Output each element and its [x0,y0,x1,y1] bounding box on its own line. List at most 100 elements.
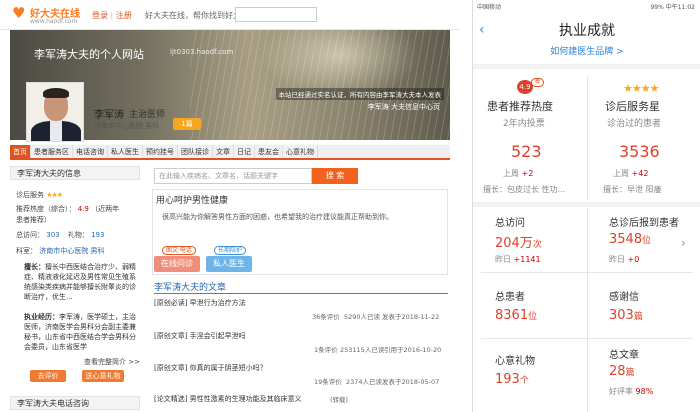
recommend-value: 523 [511,142,542,161]
article-reads: 2374人已读 [346,378,383,386]
register-link[interactable]: 注册 [116,11,132,20]
phone-consult-header: 李军涛大夫电话咨询 [10,396,140,410]
site-tabs: 首页 患者服务区 电话咨询 私人医生 预约挂号 团队接诊 文章 日记 患友会 心… [10,145,450,160]
private-doctor-button[interactable]: 私人医生 [206,256,252,272]
doctor-avatar [26,82,84,142]
service-title: 诊后服务星 [605,100,660,113]
doctor-title: 主治医师 [129,110,166,120]
site-title: 李军涛大夫的个人网站 [34,48,144,61]
doctor-badge: 1篇 [173,118,201,130]
gifts-value[interactable]: 193 [91,231,104,239]
doctor-info-sidebar: 李军涛大夫的信息 诊后服务 ★★★ 推荐热度（综合）： 4.9 （近两年 患者推… [10,166,140,412]
chevron-right-icon[interactable]: › [681,236,686,250]
screen-title: 执业成就 [559,23,615,39]
papers-unit: 篇 [625,368,635,378]
papers-title: 总文章 [609,350,639,361]
section-divider [473,202,700,207]
article-date: 发表于2018-11-22 [382,313,440,321]
search-button[interactable]: 搜 索 [312,168,358,184]
tab-patient-service[interactable]: 患者服务区 [31,145,73,158]
more-link[interactable]: 查看完整简介 >> [84,357,140,367]
site-logo[interactable]: ♥ 好大夫在线 www.haodf.com [12,4,86,26]
auth-links: 登录 | 注册 [92,10,132,21]
thanks-unit: 篇 [633,312,643,322]
service-value: 3536 [619,142,660,161]
resume-block: 执业经历：李军涛，医学硕士，主治医师，济南医学会男科分会副主委兼秘书，山东省中西… [16,312,136,354]
dept-value[interactable]: 济南市中心医院 男科 [39,247,104,255]
brand-guide-link[interactable]: 如何建医生品牌 > [473,44,700,57]
patients-title: 总患者 [495,292,525,303]
article-title[interactable]: [原创文章] 手淫会引起早泄吗 [154,331,246,341]
article-title[interactable]: [原创文章] 你真的属于阴茎短小吗？ [154,363,267,373]
patients-value: 8361位 [495,308,537,323]
service-stars-icon: ★★★★ [623,82,659,95]
skill-block: 擅长：擅长中西医结合治疗少、弱精症、精液液化延迟及男性常见生殖系统感染类疾病并能… [16,262,136,308]
doctor-name: 李军涛 [94,110,124,121]
article-date: 发表于2018-05-07 [382,378,440,386]
site-url[interactable]: ljt0303.haodf.com [170,48,233,56]
tab-patient-club[interactable]: 患友会 [255,145,283,158]
papers-good-label: 好评率 [609,387,633,396]
doctor-hospital: 济南市中心医院 男科 [94,122,160,130]
top-search-input[interactable] [235,7,317,22]
send-gift-button[interactable]: 送心意礼物 [82,370,124,382]
gifts-number: 193 [495,372,520,387]
dept-label: 科室： [16,247,37,255]
recommend-tags: 擅长：包皮过长 性功... [483,185,566,194]
rating-stars-icon: ★★★ [46,191,63,199]
tab-diary[interactable]: 日记 [234,145,255,158]
dept-row: 科室： 济南市中心医院 男科 [16,246,104,256]
sidebar-header: 李军涛大夫的信息 [10,166,140,180]
service-delta: 上周 +42 [613,168,648,179]
article-date: 引用于2016-10-20 [384,346,442,354]
article-search-input[interactable]: 在此输入疾病名、文章名、话题关键字 [154,168,312,184]
review-button[interactable]: 去评价 [30,370,66,382]
heart-logo-icon: ♥ [12,4,26,22]
logo-url: www.haodf.com [30,18,78,25]
private-doctor-badge: 长期陪护 [214,246,247,255]
service-delta-value: +42 [631,169,649,178]
row-divider [481,338,693,339]
articles-header: 李军涛大夫的文章 [154,283,227,293]
papers-good-value: 98% [635,387,654,396]
article-title[interactable]: [原创必读] 早泄行为治疗方法 [154,298,246,308]
verify-notice: 本站已经通过实名认证，所有内容由李军涛大夫本人发表 [275,88,444,100]
service-tags: 擅长：早泄 阳痿 [603,185,662,194]
service-delta-label: 上周 [613,169,629,178]
tab-phone-consult[interactable]: 电话咨询 [73,145,108,158]
visits-delta-label: 昨日 [495,255,511,264]
visits-label: 总访问： [16,231,44,239]
skill-label: 擅长： [24,263,45,271]
col-divider [587,76,588,200]
article-title[interactable]: [论文精选] 男性性激素的生理功能及其临床意义 [154,394,302,404]
visits-number: 204万 [495,236,533,251]
thanks-value: 303篇 [609,308,643,323]
carrier: 中国移动 [477,4,502,11]
papers-value: 28篇 [609,364,635,379]
article-reviews: 36条评价 [312,313,340,321]
tab-appointment[interactable]: 预约挂号 [143,145,178,158]
section-divider [473,64,700,69]
service-box-desc: 很高兴能为你解答男性方面的困惑，也希望我的治疗建议能真正帮助到你。 [162,213,393,221]
gifts-label: 礼物： [67,231,89,239]
tab-gifts[interactable]: 心意礼物 [283,145,318,158]
heat-note: （近两年 [91,205,120,213]
tab-home[interactable]: 首页 [10,145,31,158]
top-nav: ♥ 好大夫在线 www.haodf.com 登录 | 注册 好大夫在线，帮你找到… [0,0,460,30]
patients-number: 8361 [495,308,529,323]
login-link[interactable]: 登录 [92,11,108,20]
battery-time: 99% 中午11:02 [650,4,695,11]
recommend-delta-value: +2 [521,169,534,178]
online-consult-button[interactable]: 在线问诊 [154,256,200,272]
tab-team[interactable]: 团队接诊 [178,145,213,158]
rating-row: 诊后服务 ★★★ [16,190,63,200]
info-center-link[interactable]: 李军涛 大夫信息中心页 [368,102,440,112]
tab-articles[interactable]: 文章 [213,145,234,158]
avatar-hair [43,88,69,98]
site-tagline: 好大夫在线，帮你找到好大夫 [145,11,249,20]
visits-delta: 昨日 +1141 [495,254,541,265]
visits-value[interactable]: 303 [46,231,59,239]
tab-private-doctor[interactable]: 私人医生 [108,145,143,158]
thanks-number: 303 [609,308,634,323]
recommend-icon: 荐 [531,78,545,87]
